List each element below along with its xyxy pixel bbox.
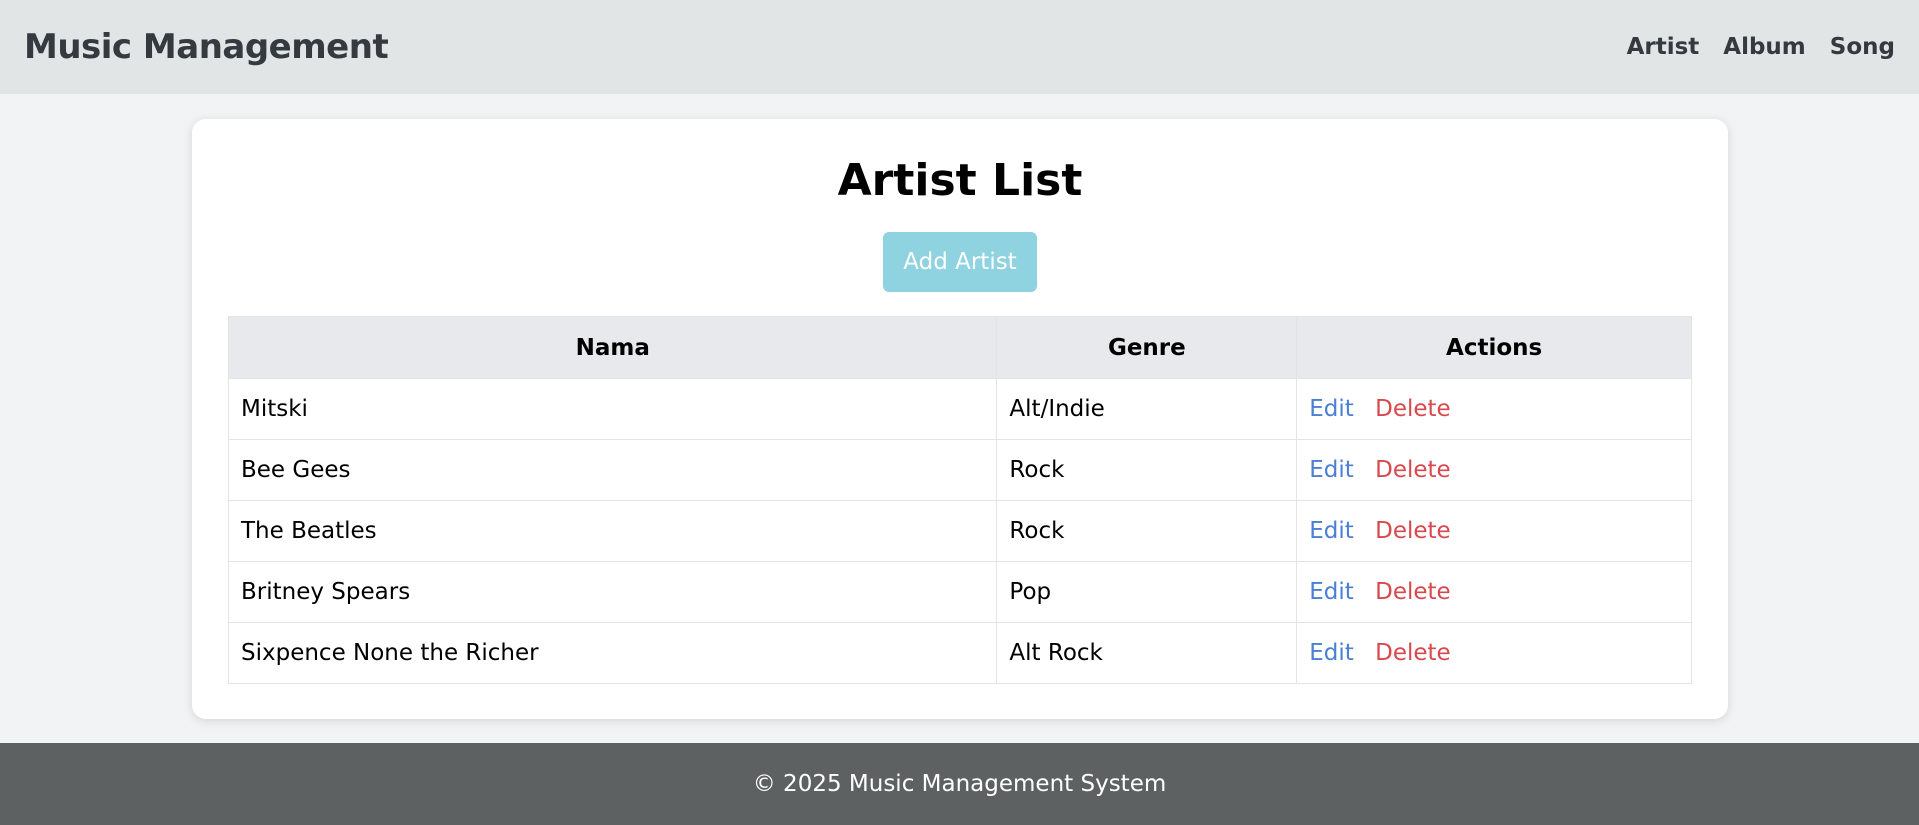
page-title: Artist List (837, 155, 1083, 206)
artist-genre-cell: Alt/Indie (996, 378, 1298, 440)
edit-link[interactable]: Edit (1309, 518, 1354, 544)
navbar: Music Management Artist Album Song (0, 0, 1919, 94)
nav-link-song[interactable]: Song (1830, 34, 1895, 60)
table-header-row: Nama Genre Actions (227, 316, 1692, 379)
footer: © 2025 Music Management System (0, 743, 1919, 825)
delete-link[interactable]: Delete (1375, 579, 1451, 605)
artist-name-cell: Mitski (227, 378, 998, 440)
delete-link[interactable]: Delete (1375, 457, 1451, 483)
add-artist-button[interactable]: Add Artist (883, 232, 1037, 292)
nav-links: Artist Album Song (1627, 34, 1895, 60)
edit-link[interactable]: Edit (1309, 640, 1354, 666)
edit-link[interactable]: Edit (1309, 457, 1354, 483)
artist-genre-cell: Alt Rock (996, 622, 1298, 684)
column-header-name: Nama (227, 316, 998, 379)
nav-link-album[interactable]: Album (1723, 34, 1806, 60)
artist-genre-cell: Rock (996, 439, 1298, 501)
delete-link[interactable]: Delete (1375, 518, 1451, 544)
table-row: Bee Gees Rock Edit Delete (227, 439, 1692, 501)
brand-title[interactable]: Music Management (24, 27, 389, 67)
column-header-genre: Genre (996, 316, 1298, 379)
artist-name-cell: Sixpence None the Richer (227, 622, 998, 684)
artist-genre-cell: Pop (996, 561, 1298, 623)
actions-cell: Edit Delete (1296, 500, 1692, 562)
artist-name-cell: Britney Spears (227, 561, 998, 623)
actions-cell: Edit Delete (1296, 439, 1692, 501)
nav-link-artist[interactable]: Artist (1627, 34, 1700, 60)
delete-link[interactable]: Delete (1375, 396, 1451, 422)
edit-link[interactable]: Edit (1309, 396, 1354, 422)
table-row: Britney Spears Pop Edit Delete (227, 561, 1692, 623)
table-row: The Beatles Rock Edit Delete (227, 500, 1692, 562)
table-row: Mitski Alt/Indie Edit Delete (227, 378, 1692, 440)
table-row: Sixpence None the Richer Alt Rock Edit D… (227, 622, 1692, 684)
artist-table: Nama Genre Actions Mitski Alt/Indie Edit… (227, 316, 1692, 684)
footer-text: © 2025 Music Management System (752, 771, 1167, 797)
artist-name-cell: Bee Gees (227, 439, 998, 501)
artist-list-card: Artist List Add Artist Nama Genre Action… (192, 119, 1728, 719)
column-header-actions: Actions (1296, 316, 1692, 379)
actions-cell: Edit Delete (1296, 378, 1692, 440)
artist-name-cell: The Beatles (227, 500, 998, 562)
edit-link[interactable]: Edit (1309, 579, 1354, 605)
actions-cell: Edit Delete (1296, 561, 1692, 623)
artist-genre-cell: Rock (996, 500, 1298, 562)
actions-cell: Edit Delete (1296, 622, 1692, 684)
delete-link[interactable]: Delete (1375, 640, 1451, 666)
